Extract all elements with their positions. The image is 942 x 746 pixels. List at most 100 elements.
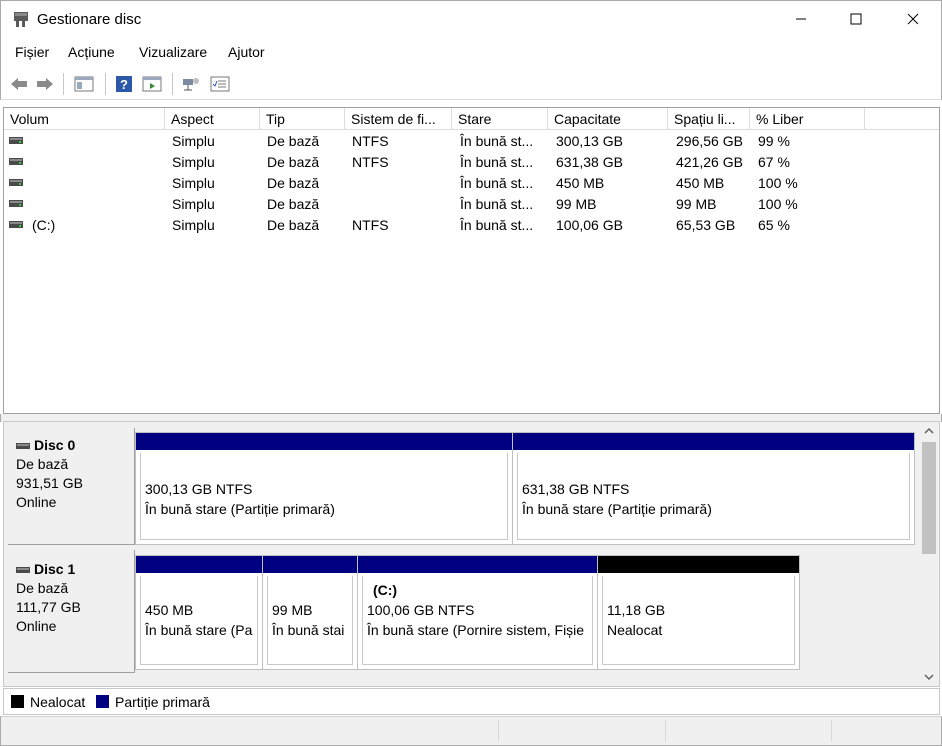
maximize-icon xyxy=(850,13,862,25)
disk-icon xyxy=(16,566,30,573)
legend: Nealocat Partiție primară xyxy=(3,688,940,715)
partition-c-drive[interactable]: (C:) 100,06 GB NTFS În bună stare (Porni… xyxy=(358,556,598,669)
unallocated-space[interactable]: 11,18 GB Nealocat xyxy=(598,556,799,669)
help-button[interactable]: ? xyxy=(113,73,135,95)
volume-row[interactable]: Simplu De bază NTFS În bună st... 631,38… xyxy=(4,152,939,173)
maximize-button[interactable] xyxy=(833,1,879,37)
svg-text:?: ? xyxy=(120,77,128,92)
disk-1-label[interactable]: Disc 1 De bază 111,77 GB Online xyxy=(8,550,135,673)
column-header-percent-free[interactable]: % Liber xyxy=(750,108,865,130)
column-header-volume[interactable]: Volum xyxy=(4,108,165,130)
disk-0-label[interactable]: Disc 0 De bază 931,51 GB Online xyxy=(8,428,135,545)
primary-partition-bar xyxy=(358,556,597,573)
cell-status: În bună st... xyxy=(460,175,534,191)
partition-status: Nealocat xyxy=(607,622,663,638)
cell-type: De bază xyxy=(267,133,320,149)
cell-capacity: 300,13 GB xyxy=(556,133,623,149)
cell-capacity: 99 MB xyxy=(556,196,597,212)
connect-button[interactable] xyxy=(180,73,202,95)
minimize-button[interactable] xyxy=(778,1,824,37)
cell-free-space: 450 MB xyxy=(676,175,725,191)
primary-partition-bar xyxy=(136,556,262,573)
menu-view[interactable]: Vizualizare xyxy=(139,44,207,60)
minimize-icon xyxy=(796,18,806,20)
volume-row[interactable]: Simplu De bază În bună st... 450 MB 450 … xyxy=(4,173,939,194)
column-header-type[interactable]: Tip xyxy=(260,108,345,130)
show-hide-action-pane-button[interactable] xyxy=(141,73,163,95)
back-button[interactable] xyxy=(8,73,30,95)
scroll-up-icon[interactable] xyxy=(924,427,934,435)
disk-map-scrollbar[interactable] xyxy=(919,422,939,686)
cell-layout: Simplu xyxy=(172,217,215,233)
column-header-status[interactable]: Stare xyxy=(452,108,548,130)
cell-percent-free: 67 % xyxy=(758,154,790,170)
window-title: Gestionare disc xyxy=(37,11,142,28)
partition-status: În bună stare (Pa xyxy=(145,622,253,638)
scrollbar-thumb[interactable] xyxy=(922,442,936,554)
close-icon xyxy=(907,13,919,25)
partition[interactable]: 99 MB În bună stai xyxy=(263,556,358,669)
primary-partition-bar xyxy=(136,433,512,450)
cell-free-space: 296,56 GB xyxy=(676,133,743,149)
column-header-empty xyxy=(865,108,939,130)
unallocated-bar xyxy=(598,556,799,573)
menu-file[interactable]: Fișier xyxy=(15,44,49,60)
disk-status: Online xyxy=(16,618,57,634)
partition-size: 631,38 GB NTFS xyxy=(522,481,630,497)
disk-0-partitions: 300,13 GB NTFS În bună stare (Partiție p… xyxy=(135,432,915,545)
cell-capacity: 450 MB xyxy=(556,175,605,191)
partition[interactable]: 300,13 GB NTFS În bună stare (Partiție p… xyxy=(136,433,513,544)
primary-partition-bar xyxy=(263,556,357,573)
partition-status: În bună stare (Partiție primară) xyxy=(522,501,712,517)
partition-size: 100,06 GB NTFS xyxy=(367,602,475,618)
cell-capacity: 100,06 GB xyxy=(556,217,623,233)
connect-icon xyxy=(183,78,199,91)
primary-partition-bar xyxy=(513,433,914,450)
cell-percent-free: 100 % xyxy=(758,196,798,212)
close-button[interactable] xyxy=(890,1,936,37)
cell-layout: Simplu xyxy=(172,196,215,212)
disk-icon xyxy=(16,442,30,449)
disk-size: 111,77 GB xyxy=(16,599,81,615)
show-hide-console-tree-button[interactable] xyxy=(73,73,95,95)
cell-file-system: NTFS xyxy=(352,133,389,149)
cell-free-space: 421,26 GB xyxy=(676,154,743,170)
partition[interactable]: 631,38 GB NTFS În bună stare (Partiție p… xyxy=(513,433,914,544)
column-header-capacity[interactable]: Capacitate xyxy=(548,108,668,130)
help-icon: ? xyxy=(116,76,132,92)
toolbar-separator xyxy=(105,73,106,95)
scroll-down-icon[interactable] xyxy=(924,673,934,681)
column-header-file-system[interactable]: Sistem de fi... xyxy=(345,108,452,130)
cell-type: De bază xyxy=(267,196,320,212)
disk-name: Disc 1 xyxy=(34,561,76,577)
drive-icon xyxy=(9,221,23,228)
menu-help[interactable]: Ajutor xyxy=(228,44,265,60)
volume-row[interactable]: Simplu De bază NTFS În bună st... 300,13… xyxy=(4,131,939,152)
cell-percent-free: 99 % xyxy=(758,133,790,149)
properties-button[interactable] xyxy=(209,73,231,95)
disk-type: De bază xyxy=(16,456,69,472)
disk-status: Online xyxy=(16,494,57,510)
partition-size: 300,13 GB NTFS xyxy=(145,481,253,497)
menu-action[interactable]: Acțiune xyxy=(68,44,115,60)
column-header-layout[interactable]: Aspect xyxy=(165,108,260,130)
partition-status: În bună stare (Pornire sistem, Fișie xyxy=(367,622,585,638)
cell-type: De bază xyxy=(267,154,320,170)
legend-swatch-unallocated xyxy=(11,695,24,708)
volume-row[interactable]: Simplu De bază În bună st... 99 MB 99 MB… xyxy=(4,194,939,215)
partition-size: 450 MB xyxy=(145,602,194,618)
column-header-free-space[interactable]: Spațiu li... xyxy=(668,108,750,130)
cell-percent-free: 100 % xyxy=(758,175,798,191)
drive-icon xyxy=(9,179,23,186)
drive-icon xyxy=(9,200,23,207)
disk-size: 931,51 GB xyxy=(16,475,83,491)
cell-type: De bază xyxy=(267,175,320,191)
volume-list: Volum Aspect Tip Sistem de fi... Stare C… xyxy=(3,107,940,414)
volume-row[interactable]: (C:) Simplu De bază NTFS În bună st... 1… xyxy=(4,215,939,236)
partition[interactable]: 450 MB În bună stare (Pa xyxy=(136,556,263,669)
forward-button[interactable] xyxy=(34,73,56,95)
cell-layout: Simplu xyxy=(172,133,215,149)
partition-size: 11,18 GB xyxy=(607,602,666,618)
title-bar: Gestionare disc xyxy=(0,0,942,38)
cell-free-space: 65,53 GB xyxy=(676,217,736,233)
